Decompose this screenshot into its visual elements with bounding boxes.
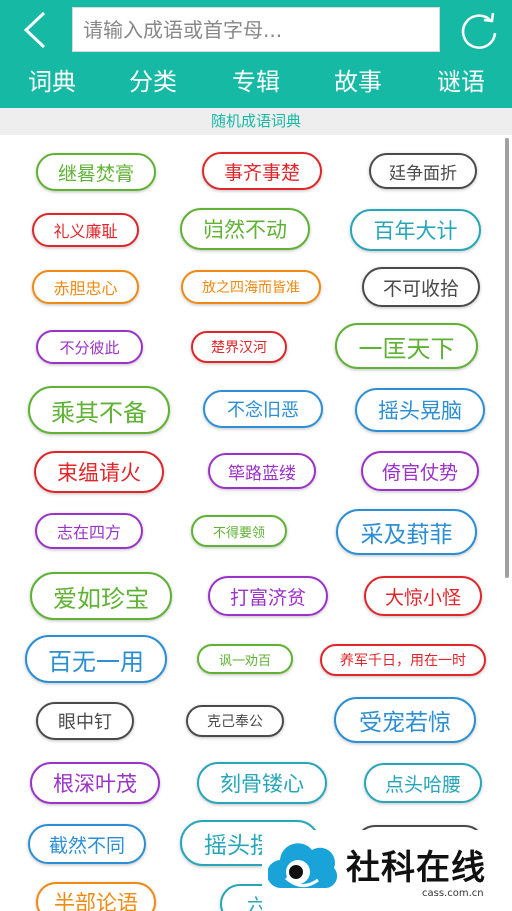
refresh-icon[interactable] <box>458 9 500 51</box>
idiom-tag[interactable]: 根深叶茂 <box>30 762 160 804</box>
idiom-tag[interactable]: 放之四海而皆准 <box>181 270 321 304</box>
idiom-tag[interactable]: 爱如珍宝 <box>30 572 172 620</box>
idiom-tag[interactable]: 刻骨镂心 <box>197 762 327 804</box>
idiom-tag[interactable]: 礼义廉耻 <box>32 213 139 247</box>
idiom-tag[interactable]: 岿然不动 <box>180 208 310 250</box>
idiom-tag[interactable]: 受宠若惊 <box>334 697 476 743</box>
section-title: 随机成语词典 <box>210 112 301 130</box>
idiom-tag[interactable]: 养军千日，用在一时 <box>320 644 486 676</box>
cloud-logo-icon <box>268 843 338 889</box>
search-input[interactable] <box>73 8 439 51</box>
idiom-tag[interactable]: 楚界汉河 <box>191 331 287 363</box>
tab-story[interactable]: 故事 <box>334 64 382 100</box>
back-arrow-icon[interactable] <box>18 10 54 50</box>
idiom-tag[interactable]: 采及葑菲 <box>336 509 477 555</box>
idiom-tag[interactable]: 打富济贫 <box>208 576 328 616</box>
search-box[interactable] <box>72 7 440 52</box>
idiom-tag[interactable]: 百年大计 <box>350 209 481 251</box>
idiom-tag[interactable]: 不可收拾 <box>362 267 480 307</box>
idiom-tag[interactable]: 半部论语 <box>36 882 156 911</box>
idiom-tag-cloud: 继晷焚膏 事齐事楚 廷争面折礼义廉耻 岿然不动 百年大计赤胆忠心 放之四海而皆准 不可收拾不… <box>0 135 512 911</box>
tab-riddle[interactable]: 谜语 <box>437 64 485 100</box>
idiom-tag[interactable]: 大惊小怪 <box>364 576 482 616</box>
tab-bar: 词典 分类 专辑 故事 谜语 <box>0 60 512 106</box>
tab-dictionary[interactable]: 词典 <box>28 64 76 100</box>
watermark-url: cass.com.cn <box>422 888 484 899</box>
idiom-tag[interactable]: 乘其不备 <box>28 386 170 434</box>
idiom-tag[interactable]: 廷争面折 <box>369 153 477 189</box>
idiom-tag[interactable]: 讽一劝百 <box>197 644 293 674</box>
scrollbar[interactable] <box>505 138 509 578</box>
watermark: 社科在线 cass.com.cn <box>262 830 512 911</box>
idiom-tag[interactable]: 不分彼此 <box>36 330 143 364</box>
idiom-tag[interactable]: 束缊请火 <box>34 451 164 493</box>
tab-category[interactable]: 分类 <box>129 64 177 100</box>
idiom-tag[interactable]: 志在四方 <box>35 513 143 549</box>
idiom-tag[interactable]: 继晷焚膏 <box>36 153 156 191</box>
idiom-tag[interactable]: 一匡天下 <box>335 323 478 369</box>
idiom-tag[interactable]: 赤胆忠心 <box>32 270 139 304</box>
section-header: 随机成语词典 <box>0 108 512 135</box>
idiom-tag[interactable]: 摇头晃脑 <box>355 388 485 432</box>
top-bar: 词典 分类 专辑 故事 谜语 <box>0 0 512 108</box>
idiom-tag[interactable]: 不念旧恶 <box>203 390 323 428</box>
idiom-tag[interactable]: 事齐事楚 <box>202 152 322 190</box>
idiom-tag[interactable]: 截然不同 <box>28 824 146 864</box>
idiom-tag[interactable]: 不得要领 <box>191 515 287 547</box>
idiom-tag[interactable]: 百无一用 <box>25 635 167 683</box>
watermark-text: 社科在线 <box>346 848 486 888</box>
idiom-tag[interactable]: 筚路蓝缕 <box>208 453 316 489</box>
idiom-tag[interactable]: 克己奉公 <box>186 705 284 737</box>
idiom-tag[interactable]: 眼中钉 <box>36 702 134 740</box>
tab-album[interactable]: 专辑 <box>232 64 280 100</box>
idiom-tag[interactable]: 倚官仗势 <box>361 451 479 491</box>
idiom-tag[interactable]: 点头哈腰 <box>364 763 482 803</box>
